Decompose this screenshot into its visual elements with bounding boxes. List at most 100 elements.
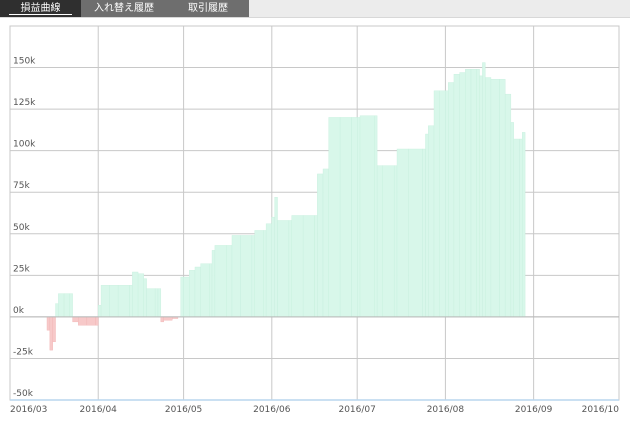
x-tick-label: 2016/09 xyxy=(515,405,553,415)
profit-step xyxy=(382,165,395,318)
profit-step xyxy=(465,69,472,318)
x-tick-label: 2016/04 xyxy=(80,405,118,415)
loss-step xyxy=(86,316,96,326)
profit-step xyxy=(288,220,292,318)
profit-step xyxy=(180,276,184,318)
profit-step xyxy=(137,273,144,318)
profit-step xyxy=(396,148,409,318)
profit-step xyxy=(314,215,318,318)
profit-step xyxy=(214,245,227,318)
profit-step xyxy=(425,133,429,318)
active-tab-underline xyxy=(9,14,72,15)
profit-step xyxy=(254,230,264,318)
profit-step xyxy=(339,117,352,318)
profit-step xyxy=(445,90,449,318)
profit-step xyxy=(69,293,73,318)
profit-step xyxy=(154,288,159,318)
profit-step xyxy=(109,285,119,318)
x-tick-label: 2016/10 xyxy=(582,405,620,415)
profit-step xyxy=(519,138,523,318)
loss-step xyxy=(78,316,88,326)
profit-step xyxy=(209,263,213,318)
loss-step xyxy=(46,316,51,331)
profit-step xyxy=(513,138,520,318)
profit-step xyxy=(422,148,426,318)
profit-step xyxy=(453,74,460,318)
x-tick-label: 2016/06 xyxy=(253,405,291,415)
y-tick-label: -50k xyxy=(13,389,34,399)
loss-step xyxy=(95,316,99,326)
profit-step xyxy=(376,165,383,318)
profit-step xyxy=(351,117,358,318)
profit-step xyxy=(433,90,440,318)
profit-step xyxy=(129,285,133,318)
profit-step xyxy=(448,82,455,318)
profit-step xyxy=(302,215,315,318)
y-tick-label: -25k xyxy=(13,347,34,357)
x-tick-label: 2016/03 xyxy=(10,405,47,415)
tab-trade-history[interactable]: 取引履歴 xyxy=(167,0,249,17)
profit-step xyxy=(459,72,466,318)
y-tick-label: 150k xyxy=(13,57,36,67)
profit-step xyxy=(58,293,65,318)
profit-step xyxy=(490,78,500,318)
profit-step xyxy=(251,235,255,318)
profit-step xyxy=(263,230,267,318)
profit-step xyxy=(146,288,156,318)
profit-step xyxy=(100,285,110,318)
profit-step xyxy=(271,216,275,318)
tab-swap-history[interactable]: 入れ替え履歴 xyxy=(81,0,167,17)
profit-step xyxy=(291,215,304,318)
profit-step xyxy=(240,235,253,318)
chart-svg: 150k 125k 100k 75k 50k 25k 0k -25k -50k 2016/03 20… xyxy=(9,25,620,415)
profit-step xyxy=(200,263,210,318)
y-tick-label: 0k xyxy=(13,306,25,316)
profit-step xyxy=(211,250,216,318)
profit-step xyxy=(132,271,139,318)
profit-step xyxy=(274,197,278,318)
tab-label: 取引履歴 xyxy=(188,3,228,14)
tab-bar: 損益曲線 入れ替え履歴 取引履歴 xyxy=(0,0,630,18)
profit-step xyxy=(189,270,196,318)
profit-step xyxy=(359,115,375,318)
profit-step xyxy=(117,285,130,318)
profit-step xyxy=(328,117,341,318)
y-tick-label: 100k xyxy=(13,140,36,150)
profit-step xyxy=(265,223,273,318)
profit-step xyxy=(226,245,233,318)
profit-step xyxy=(428,125,435,318)
tab-label: 入れ替え履歴 xyxy=(94,3,154,14)
profit-step xyxy=(408,148,423,318)
y-tick-label: 25k xyxy=(13,264,30,274)
x-tick-label: 2016/08 xyxy=(427,405,465,415)
x-tick-label: 2016/05 xyxy=(165,405,202,415)
profit-step xyxy=(510,122,514,318)
profit-step xyxy=(183,276,190,318)
profit-step xyxy=(63,293,70,318)
profit-step xyxy=(55,303,59,318)
profit-step xyxy=(479,75,483,318)
y-tick-label: 50k xyxy=(13,223,30,233)
profit-step xyxy=(522,132,526,318)
profit-step xyxy=(485,77,492,318)
profit-step xyxy=(499,78,506,318)
profit-step xyxy=(374,115,378,318)
profit-step xyxy=(393,165,398,318)
loss-step xyxy=(72,316,79,323)
x-tick-label: 2016/07 xyxy=(338,405,375,415)
profit-step xyxy=(231,235,241,318)
profit-step xyxy=(482,62,486,318)
y-tick-label: 125k xyxy=(13,98,36,108)
profit-step xyxy=(356,117,361,318)
tab-profit-curve[interactable]: 損益曲線 xyxy=(0,0,81,17)
profit-step xyxy=(322,168,329,318)
profit-step xyxy=(470,69,477,318)
profit-step xyxy=(504,93,512,318)
profit-step xyxy=(157,288,162,318)
loss-step xyxy=(52,316,56,343)
profit-step xyxy=(439,90,446,318)
loss-step xyxy=(160,316,164,323)
loss-step xyxy=(49,316,53,351)
y-tick-label: 75k xyxy=(13,181,30,191)
profit-step xyxy=(317,173,324,318)
